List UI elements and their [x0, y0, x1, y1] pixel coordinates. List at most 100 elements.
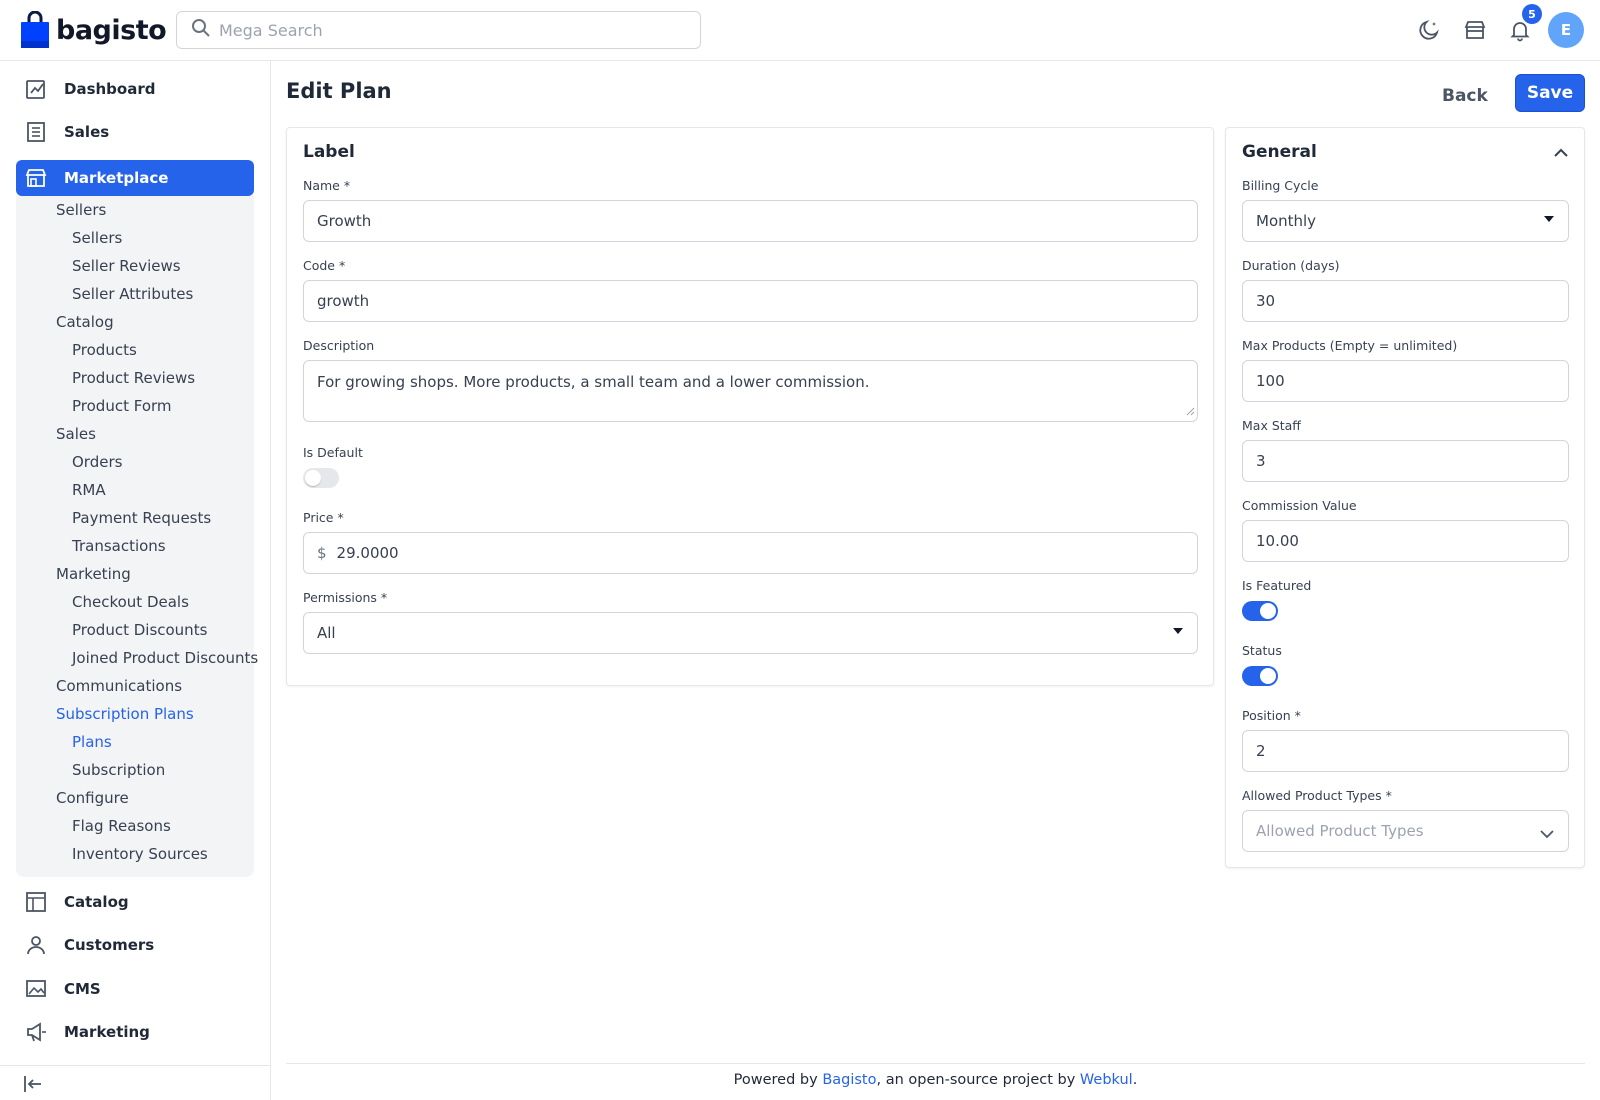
status-label: Status: [1242, 643, 1282, 658]
submenu-seller-attributes[interactable]: Seller Attributes: [72, 285, 193, 303]
sidebar-collapse-bar: [0, 1065, 271, 1100]
footer-divider: [286, 1063, 1585, 1064]
name-value: Growth: [317, 212, 372, 230]
submenu-rma[interactable]: RMA: [72, 481, 106, 499]
sidebar-item-label: Marketplace: [64, 169, 169, 187]
submenu-joined-product-discounts[interactable]: Joined Product Discounts: [72, 649, 258, 667]
submenu-sales[interactable]: Sales: [56, 425, 96, 443]
submenu-orders[interactable]: Orders: [72, 453, 122, 471]
chevron-up-icon[interactable]: [1554, 146, 1568, 162]
avatar[interactable]: E: [1548, 12, 1584, 48]
label-card: Label Name * Growth Code * growth Descri…: [286, 127, 1214, 686]
shopping-bag-icon: [20, 10, 50, 49]
back-button[interactable]: Back: [1432, 78, 1498, 114]
sidebar-item-marketing[interactable]: Marketing: [16, 1014, 254, 1050]
max-staff-field[interactable]: 3: [1242, 440, 1569, 482]
submenu-catalog[interactable]: Catalog: [56, 313, 114, 331]
submenu-configure[interactable]: Configure: [56, 789, 129, 807]
sidebar-item-label: Dashboard: [64, 80, 156, 98]
sidebar-item-cms[interactable]: CMS: [16, 971, 254, 1007]
submenu-checkout-deals[interactable]: Checkout Deals: [72, 593, 189, 611]
commission-label: Commission Value: [1242, 498, 1357, 513]
submenu-subscription-plans[interactable]: Subscription Plans: [56, 705, 194, 723]
is-default-label: Is Default: [303, 445, 363, 460]
dashboard-icon: [24, 77, 48, 101]
max-staff-label: Max Staff: [1242, 418, 1301, 433]
submenu-flag-reasons[interactable]: Flag Reasons: [72, 817, 171, 835]
sidebar-item-dashboard[interactable]: Dashboard: [16, 71, 254, 107]
webkul-link[interactable]: Webkul: [1080, 1072, 1133, 1088]
price-label: Price *: [303, 510, 344, 525]
footer-middle: , an open-source project by: [876, 1072, 1080, 1088]
bagisto-logo[interactable]: bagisto: [20, 10, 167, 50]
max-products-value: 100: [1256, 372, 1285, 390]
footer-suffix: .: [1132, 1072, 1138, 1088]
card-title: Label: [303, 142, 355, 162]
is-featured-label: Is Featured: [1242, 578, 1312, 593]
search-input[interactable]: [219, 20, 659, 40]
commission-field[interactable]: 10.00: [1242, 520, 1569, 562]
billing-cycle-value: Monthly: [1256, 212, 1317, 230]
description-label: Description: [303, 338, 375, 353]
position-value: 2: [1256, 742, 1266, 760]
submenu-subscription[interactable]: Subscription: [72, 761, 165, 779]
billing-cycle-label: Billing Cycle: [1242, 178, 1319, 193]
submenu-sellers-list[interactable]: Sellers: [72, 229, 122, 247]
mega-search[interactable]: [176, 11, 701, 49]
submenu-payment-requests[interactable]: Payment Requests: [72, 509, 211, 527]
caret-down-icon: [1173, 628, 1183, 634]
billing-cycle-select[interactable]: Monthly: [1242, 200, 1569, 242]
code-field[interactable]: growth: [303, 280, 1198, 322]
save-button[interactable]: Save: [1515, 74, 1585, 112]
dark-mode-icon[interactable]: [1415, 16, 1443, 44]
allowed-types-label: Allowed Product Types *: [1242, 788, 1392, 803]
price-field[interactable]: $ 29.0000: [303, 532, 1198, 574]
position-field[interactable]: 2: [1242, 730, 1569, 772]
footer: Powered by Bagisto, an open-source proje…: [286, 1072, 1585, 1088]
top-bar: bagisto 5 E: [0, 0, 1600, 61]
submenu-sellers[interactable]: Sellers: [56, 201, 106, 219]
status-toggle[interactable]: [1242, 666, 1278, 686]
allowed-types-placeholder: Allowed Product Types: [1256, 822, 1424, 840]
storefront-icon[interactable]: [1461, 16, 1489, 44]
is-default-toggle[interactable]: [303, 468, 339, 488]
sidebar-item-sales[interactable]: Sales: [16, 114, 254, 150]
position-label: Position *: [1242, 708, 1301, 723]
page-title: Edit Plan: [286, 79, 392, 103]
name-label: Name *: [303, 178, 351, 193]
sidebar-item-marketplace[interactable]: Marketplace: [16, 160, 254, 196]
caret-down-icon: [1544, 216, 1554, 222]
submenu-seller-reviews[interactable]: Seller Reviews: [72, 257, 181, 275]
submenu-product-discounts[interactable]: Product Discounts: [72, 621, 207, 639]
sidebar-item-customers[interactable]: Customers: [16, 927, 254, 963]
name-field[interactable]: Growth: [303, 200, 1198, 242]
allowed-types-select[interactable]: Allowed Product Types: [1242, 810, 1569, 852]
submenu-transactions[interactable]: Transactions: [72, 537, 166, 555]
bagisto-link[interactable]: Bagisto: [822, 1072, 876, 1088]
duration-field[interactable]: 30: [1242, 280, 1569, 322]
submenu-communications[interactable]: Communications: [56, 677, 182, 695]
sidebar-item-label: Sales: [64, 123, 110, 141]
resize-handle-icon[interactable]: [1186, 402, 1195, 420]
notification-badge: 5: [1522, 4, 1542, 24]
sidebar-item-label: Catalog: [64, 893, 129, 911]
max-products-field[interactable]: 100: [1242, 360, 1569, 402]
submenu-marketing[interactable]: Marketing: [56, 565, 131, 583]
submenu-products[interactable]: Products: [72, 341, 137, 359]
catalog-icon: [24, 890, 48, 914]
submenu-product-reviews[interactable]: Product Reviews: [72, 369, 195, 387]
permissions-select[interactable]: All: [303, 612, 1198, 654]
submenu-inventory-sources[interactable]: Inventory Sources: [72, 845, 208, 863]
commission-value: 10.00: [1256, 532, 1299, 550]
max-staff-value: 3: [1256, 452, 1266, 470]
sidebar-item-catalog[interactable]: Catalog: [16, 884, 254, 920]
permissions-label: Permissions *: [303, 590, 388, 605]
collapse-sidebar-icon[interactable]: [22, 1073, 44, 1099]
permissions-value: All: [317, 624, 336, 642]
description-textarea[interactable]: For growing shops. More products, a smal…: [303, 360, 1198, 422]
submenu-product-form[interactable]: Product Form: [72, 397, 172, 415]
card-title: General: [1242, 142, 1317, 162]
user-icon: [24, 933, 48, 957]
submenu-plans[interactable]: Plans: [72, 733, 112, 751]
is-featured-toggle[interactable]: [1242, 601, 1278, 621]
